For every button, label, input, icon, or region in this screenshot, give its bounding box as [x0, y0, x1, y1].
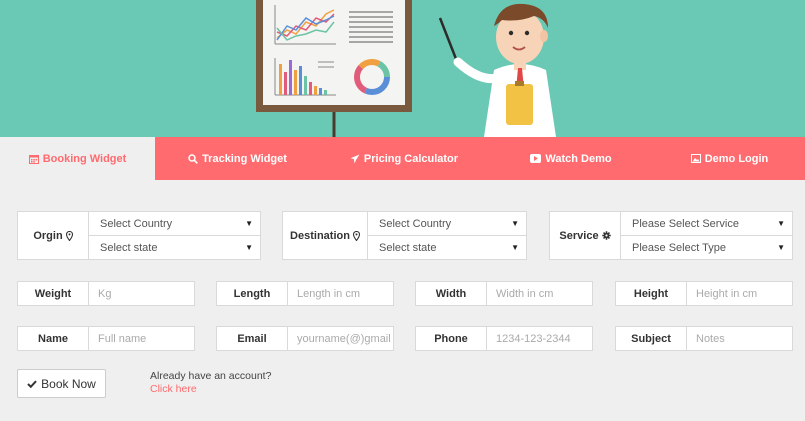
- destination-country-select[interactable]: Select Country ▼: [368, 212, 526, 235]
- text-lines-graphic: [349, 11, 393, 43]
- length-input[interactable]: Length in cm: [288, 282, 393, 305]
- height-input[interactable]: Height in cm: [687, 282, 792, 305]
- origin-state-select[interactable]: Select state ▼: [89, 235, 260, 259]
- chevron-down-icon: ▼: [511, 243, 519, 252]
- length-group: Length Length in cm: [216, 281, 394, 306]
- chevron-down-icon: ▼: [511, 219, 519, 228]
- chevron-down-icon: ▼: [777, 219, 785, 228]
- tab-label: Demo Login: [704, 152, 769, 165]
- tab-demo-login[interactable]: Demo Login: [654, 137, 805, 180]
- phone-input[interactable]: 1234-123-2344: [487, 327, 592, 350]
- tab-label: Tracking Widget: [202, 152, 287, 165]
- weight-group: Weight Kg: [17, 281, 195, 306]
- email-input[interactable]: yourname(@)gmail: [288, 327, 393, 350]
- hero-banner: [0, 0, 805, 137]
- height-group: Height Height in cm: [615, 281, 793, 306]
- check-icon: [27, 380, 37, 388]
- map-marker-icon: [65, 230, 73, 241]
- destination-label: Destination: [283, 212, 368, 259]
- gear-icon: [601, 231, 611, 240]
- origin-group: Orgin Select Country ▼ Select state ▼: [17, 211, 261, 260]
- destination-group: Destination Select Country ▼ Select state…: [282, 211, 527, 260]
- phone-group: Phone 1234-123-2344: [415, 326, 593, 351]
- chevron-down-icon: ▼: [245, 243, 253, 252]
- click-here-link[interactable]: Click here: [150, 383, 271, 396]
- width-group: Width Width in cm: [415, 281, 593, 306]
- name-input[interactable]: Full name: [89, 327, 194, 350]
- account-prompt: Already have an account? Click here: [150, 370, 271, 396]
- width-input[interactable]: Width in cm: [487, 282, 592, 305]
- length-label: Length: [217, 282, 288, 305]
- play-icon: [530, 154, 542, 163]
- account-prompt-text: Already have an account?: [150, 370, 272, 382]
- name-label: Name: [18, 327, 89, 350]
- service-select[interactable]: Please Select Service ▼: [621, 212, 792, 235]
- tab-pricing-calculator[interactable]: Pricing Calculator: [320, 137, 488, 180]
- widget-tabs: Booking Widget Tracking Widget Pricing C…: [0, 137, 805, 180]
- map-marker-icon: [352, 230, 360, 241]
- origin-country-select[interactable]: Select Country ▼: [89, 212, 260, 235]
- subject-group: Subject Notes: [615, 326, 793, 351]
- calendar-icon: [28, 154, 39, 164]
- email-label: Email: [217, 327, 288, 350]
- tab-tracking-widget[interactable]: Tracking Widget: [155, 137, 320, 180]
- plane-icon: [350, 154, 360, 164]
- weight-input[interactable]: Kg: [89, 282, 194, 305]
- height-label: Height: [616, 282, 687, 305]
- search-icon: [188, 153, 198, 164]
- tab-label: Pricing Calculator: [363, 152, 459, 165]
- chevron-down-icon: ▼: [777, 243, 785, 252]
- tab-label: Booking Widget: [42, 152, 127, 165]
- book-now-button[interactable]: Book Now: [17, 369, 106, 398]
- tab-watch-demo[interactable]: Watch Demo: [488, 137, 654, 180]
- book-now-label: Book Now: [41, 376, 96, 391]
- service-type-select[interactable]: Please Select Type ▼: [621, 235, 792, 259]
- email-group: Email yourname(@)gmail: [216, 326, 394, 351]
- origin-label: Orgin: [18, 212, 89, 259]
- service-group: Service Please Select Service ▼ Please Se…: [549, 211, 793, 260]
- presenter-illustration: [256, 0, 556, 137]
- weight-label: Weight: [18, 282, 89, 305]
- tab-booking-widget[interactable]: Booking Widget: [0, 137, 155, 180]
- width-label: Width: [416, 282, 487, 305]
- presentation-board: [256, 0, 412, 137]
- name-group: Name Full name: [17, 326, 195, 351]
- phone-label: Phone: [416, 327, 487, 350]
- chevron-down-icon: ▼: [245, 219, 253, 228]
- image-icon: [690, 154, 701, 163]
- tab-label: Watch Demo: [545, 152, 612, 165]
- service-label: Service: [550, 212, 621, 259]
- presenter-character: [438, 3, 556, 137]
- subject-input[interactable]: Notes: [687, 327, 792, 350]
- destination-state-select[interactable]: Select state ▼: [368, 235, 526, 259]
- subject-label: Subject: [616, 327, 687, 350]
